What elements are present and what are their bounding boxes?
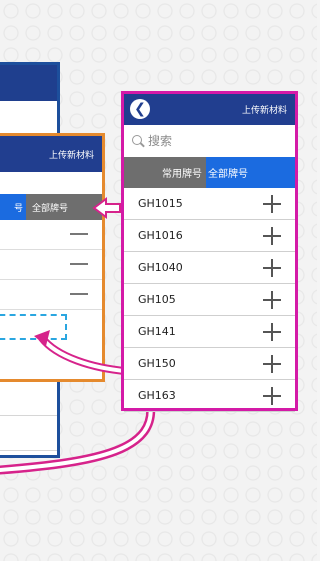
tab-all-grades[interactable]: 全部牌号 xyxy=(206,157,295,188)
tab-bar: 常用牌号 全部牌号 xyxy=(124,157,295,188)
back-icon[interactable]: ❮ xyxy=(130,99,150,119)
list-item[interactable]: GH150 xyxy=(124,348,295,380)
plus-icon[interactable] xyxy=(263,386,281,405)
front-header-title: 上传新材料 xyxy=(241,106,287,116)
plus-icon[interactable] xyxy=(263,226,281,245)
list-item[interactable]: GH1016 xyxy=(124,220,295,252)
list-item[interactable]: GH105 xyxy=(124,284,295,316)
item-label: GH105 xyxy=(138,293,176,306)
list-item[interactable]: GH1040 xyxy=(124,252,295,284)
plus-icon[interactable] xyxy=(263,322,281,341)
item-label: GH163 xyxy=(138,389,176,402)
item-label: GH1016 xyxy=(138,229,183,242)
list-item[interactable]: GH1015 xyxy=(124,188,295,220)
item-label: GH150 xyxy=(138,357,176,370)
item-label: GH1015 xyxy=(138,197,183,210)
plus-icon[interactable] xyxy=(263,290,281,309)
front-header: ❮ 上传新材料 xyxy=(124,94,295,125)
item-label: GH141 xyxy=(138,325,176,338)
search-bar[interactable]: 搜索 xyxy=(124,125,295,155)
plus-icon[interactable] xyxy=(263,194,281,213)
list-item[interactable]: GH141 xyxy=(124,316,295,348)
plus-icon[interactable] xyxy=(263,258,281,277)
list-item[interactable]: GH163 xyxy=(124,380,295,412)
item-label: GH1040 xyxy=(138,261,183,274)
search-input[interactable]: 搜索 xyxy=(148,132,172,149)
search-icon xyxy=(132,135,142,145)
front-screen-panel: ❮ 上传新材料 搜索 常用牌号 全部牌号 GH1015 GH1016 GH104… xyxy=(121,91,298,412)
plus-icon[interactable] xyxy=(263,354,281,373)
tab-common-grades[interactable]: 常用牌号 xyxy=(124,157,206,188)
